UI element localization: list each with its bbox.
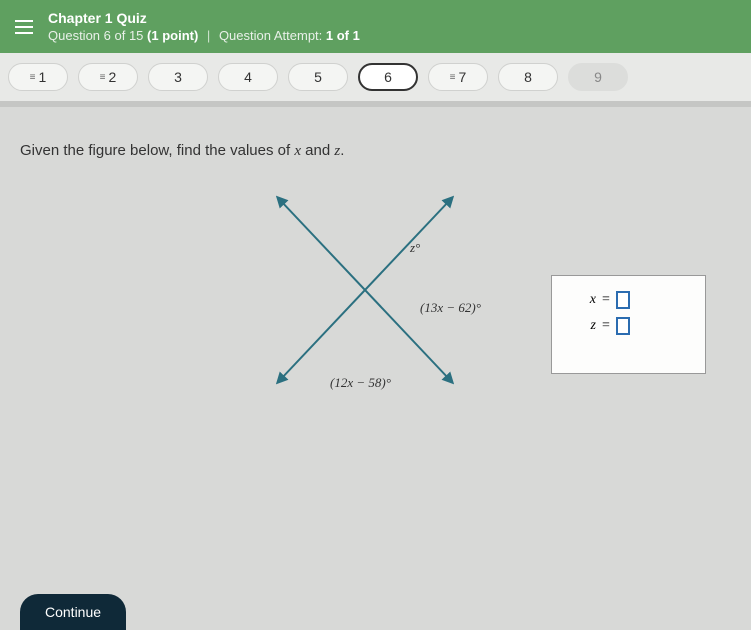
header-text: Chapter 1 Quiz Question 6 of 15 (1 point…	[48, 10, 360, 43]
nav-q7[interactable]: ≡7	[428, 63, 488, 91]
nav-q9[interactable]: 9	[568, 63, 628, 91]
nav-q6[interactable]: 6	[358, 63, 418, 91]
answered-icon: ≡	[100, 72, 106, 83]
answer-row-x: x =	[564, 291, 693, 309]
angle-label-right: (13x − 62)°	[420, 300, 481, 316]
question-nav: ≡1 ≡2 3 4 5 6 ≡7 8 9	[0, 53, 751, 101]
answer-box: x = z =	[551, 275, 706, 374]
vertical-divider: |	[207, 28, 210, 43]
answered-icon: ≡	[450, 72, 456, 83]
answered-icon: ≡	[30, 72, 36, 83]
nav-q2[interactable]: ≡2	[78, 63, 138, 91]
figure-area: z° (13x − 62)° (12x − 58)° x = z =	[20, 180, 731, 480]
question-subtitle: Question 6 of 15 (1 point) | Question At…	[48, 28, 360, 43]
nav-q3[interactable]: 3	[148, 63, 208, 91]
nav-q1[interactable]: ≡1	[8, 63, 68, 91]
question-prompt: Given the figure below, find the values …	[20, 142, 731, 160]
x-input[interactable]	[616, 291, 630, 309]
answer-row-z: z =	[564, 317, 693, 335]
hamburger-menu-icon[interactable]	[15, 20, 33, 34]
nav-q4[interactable]: 4	[218, 63, 278, 91]
quiz-title: Chapter 1 Quiz	[48, 10, 360, 26]
nav-q5[interactable]: 5	[288, 63, 348, 91]
header-bar: Chapter 1 Quiz Question 6 of 15 (1 point…	[0, 0, 751, 53]
z-input[interactable]	[616, 317, 630, 335]
continue-button[interactable]: Continue	[20, 594, 126, 630]
angle-label-bottom: (12x − 58)°	[330, 375, 391, 391]
angle-label-top: z°	[410, 240, 420, 256]
question-content: Given the figure below, find the values …	[0, 107, 751, 490]
nav-q8[interactable]: 8	[498, 63, 558, 91]
